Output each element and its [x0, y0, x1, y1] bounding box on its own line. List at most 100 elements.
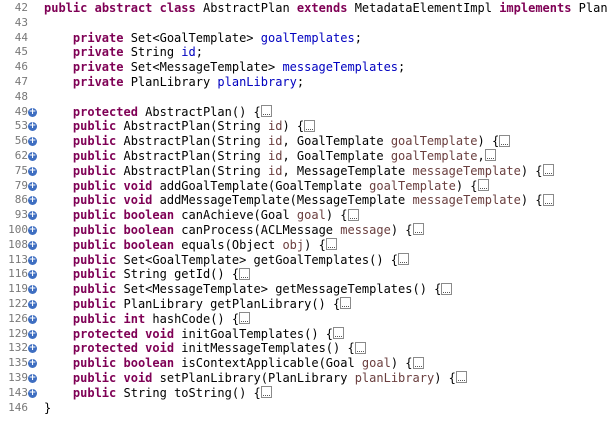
fold-expand-icon[interactable]: +: [28, 181, 37, 191]
code-line[interactable]: 62 + public AbstractPlan(String id, GoalT…: [0, 149, 607, 164]
collapsed-block-icon[interactable]: [340, 297, 352, 310]
code-line[interactable]: 43: [0, 16, 607, 31]
collapsed-block-icon[interactable]: [347, 208, 359, 221]
collapsed-block-icon[interactable]: [333, 327, 345, 340]
code-line[interactable]: 56 + public AbstractPlan(String id, GoalT…: [0, 134, 607, 149]
code-line[interactable]: 122 + public PlanLibrary getPlanLibrary()…: [0, 297, 607, 312]
code-line[interactable]: 135 + public boolean isContextApplicable(…: [0, 356, 607, 371]
code-line[interactable]: 53 + public AbstractPlan(String id) {: [0, 119, 607, 134]
code-line[interactable]: 93 + public boolean canAchieve(Goal goal)…: [0, 208, 607, 223]
collapsed-block-icon[interactable]: [477, 179, 489, 192]
fold-expand-icon[interactable]: +: [28, 344, 37, 354]
collapsed-block-icon[interactable]: [499, 134, 511, 147]
code-text[interactable]: private Set<MessageTemplate> messageTemp…: [44, 60, 405, 75]
code-line[interactable]: 132 + protected void initMessageTemplates…: [0, 341, 607, 356]
code-text[interactable]: protected void initMessageTemplates() {: [44, 341, 366, 356]
collapsed-block-icon[interactable]: [542, 164, 554, 177]
code-line[interactable]: 126 + public int hashCode() {: [0, 312, 607, 327]
collapsed-block-icon[interactable]: [325, 238, 337, 251]
code-text[interactable]: public PlanLibrary getPlanLibrary() {: [44, 297, 352, 312]
code-line[interactable]: 100 + public boolean canProcess(ACLMessag…: [0, 223, 607, 238]
collapsed-block-icon[interactable]: [455, 371, 467, 384]
code-text[interactable]: public void addMessageTemplate(MessageTe…: [44, 193, 554, 208]
collapsed-block-icon[interactable]: [354, 341, 366, 354]
code-line[interactable]: 108 + public boolean equals(Object obj) {: [0, 238, 607, 253]
code-text[interactable]: public Set<GoalTemplate> getGoalTemplate…: [44, 253, 410, 268]
fold-expand-icon[interactable]: +: [28, 137, 37, 147]
fold-expand-icon[interactable]: +: [28, 151, 37, 161]
line-gutter: 45: [0, 45, 42, 60]
code-line[interactable]: 116 + public String getId() {: [0, 267, 607, 282]
collapsed-block-icon[interactable]: [239, 312, 251, 325]
code-text[interactable]: public AbstractPlan(String id, GoalTempl…: [44, 149, 496, 164]
code-line[interactable]: 49 + protected AbstractPlan() {: [0, 105, 607, 120]
code-text[interactable]: public AbstractPlan(String id, GoalTempl…: [44, 134, 511, 149]
collapsed-block-icon[interactable]: [412, 223, 424, 236]
code-text[interactable]: private String id;: [44, 45, 203, 60]
code-editor[interactable]: 42 public abstract class AbstractPlan ext…: [0, 1, 607, 421]
code-text[interactable]: protected void initGoalTemplates() {: [44, 327, 345, 342]
code-line[interactable]: 44 private Set<GoalTemplate> goalTemplat…: [0, 31, 607, 46]
code-text[interactable]: public int hashCode() {: [44, 312, 251, 327]
code-line[interactable]: 86 + public void addMessageTemplate(Messa…: [0, 193, 607, 208]
fold-expand-icon[interactable]: +: [28, 107, 37, 117]
code-text[interactable]: public boolean canProcess(ACLMessage mes…: [44, 223, 424, 238]
code-text[interactable]: private PlanLibrary planLibrary;: [44, 75, 304, 90]
collapsed-block-icon[interactable]: [398, 253, 410, 266]
fold-expand-icon[interactable]: +: [28, 270, 37, 280]
code-text[interactable]: public void addGoalTemplate(GoalTemplate…: [44, 179, 489, 194]
collapsed-block-icon[interactable]: [260, 105, 272, 118]
fold-expand-icon[interactable]: +: [28, 166, 37, 176]
code-line[interactable]: 75 + public AbstractPlan(String id, Messa…: [0, 164, 607, 179]
code-text[interactable]: public boolean canAchieve(Goal goal) {: [44, 208, 359, 223]
code-text[interactable]: protected AbstractPlan() {: [44, 105, 272, 120]
code-text[interactable]: public abstract class AbstractPlan exten…: [44, 1, 607, 16]
code-line[interactable]: 45 private String id;: [0, 45, 607, 60]
code-line[interactable]: 119 + public Set<MessageTemplate> getMess…: [0, 282, 607, 297]
collapsed-block-icon[interactable]: [260, 386, 272, 399]
fold-expand-icon[interactable]: +: [28, 196, 37, 206]
code-line[interactable]: 129 + protected void initGoalTemplates() …: [0, 327, 607, 342]
code-text[interactable]: public void setPlanLibrary(PlanLibrary p…: [44, 371, 467, 386]
code-text[interactable]: public boolean isContextApplicable(Goal …: [44, 356, 424, 371]
collapsed-block-icon[interactable]: [542, 193, 554, 206]
collapsed-block-icon[interactable]: [412, 356, 424, 369]
code-text[interactable]: public String toString() {: [44, 386, 272, 401]
fold-expand-icon[interactable]: +: [28, 211, 37, 221]
code-text[interactable]: private Set<GoalTemplate> goalTemplates;: [44, 31, 362, 46]
fold-expand-icon[interactable]: +: [28, 285, 37, 295]
code-line[interactable]: 47 private PlanLibrary planLibrary;: [0, 75, 607, 90]
fold-expand-icon[interactable]: +: [28, 240, 37, 250]
fold-expand-icon[interactable]: +: [28, 359, 37, 369]
code-text[interactable]: }: [44, 401, 51, 416]
collapsed-block-icon[interactable]: [441, 282, 453, 295]
code-line[interactable]: 46 private Set<MessageTemplate> messageT…: [0, 60, 607, 75]
fold-expand-icon[interactable]: +: [28, 373, 37, 383]
code-line[interactable]: 113 + public Set<GoalTemplate> getGoalTem…: [0, 253, 607, 268]
code-text[interactable]: public boolean equals(Object obj) {: [44, 238, 337, 253]
fold-expand-icon[interactable]: +: [28, 299, 37, 309]
code-token: AbstractPlan: [195, 1, 297, 15]
fold-expand-icon[interactable]: +: [28, 255, 37, 265]
code-text[interactable]: public String getId() {: [44, 267, 251, 282]
fold-expand-icon[interactable]: +: [28, 314, 37, 324]
code-text[interactable]: public AbstractPlan(String id) {: [44, 119, 316, 134]
fold-expand-icon[interactable]: +: [28, 122, 37, 132]
collapsed-block-icon[interactable]: [484, 149, 496, 162]
collapsed-block-icon[interactable]: [304, 119, 316, 132]
code-line[interactable]: 48: [0, 90, 607, 105]
code-line[interactable]: 42 public abstract class AbstractPlan ext…: [0, 1, 607, 16]
fold-expand-icon[interactable]: +: [28, 388, 37, 398]
code-line[interactable]: 143 + public String toString() {: [0, 386, 607, 401]
collapsed-block-icon[interactable]: [239, 267, 251, 280]
keyword-token: public: [72, 370, 117, 385]
code-line[interactable]: 146}: [0, 401, 607, 416]
code-text[interactable]: public Set<MessageTemplate> getMessageTe…: [44, 282, 453, 297]
code-line[interactable]: 79 + public void addGoalTemplate(GoalTemp…: [0, 179, 607, 194]
fold-expand-icon[interactable]: +: [28, 225, 37, 235]
code-text[interactable]: public AbstractPlan(String id, MessageTe…: [44, 164, 554, 179]
code-line[interactable]: 139 + public void setPlanLibrary(PlanLibr…: [0, 371, 607, 386]
code-token: setPlanLibrary(PlanLibrary: [152, 370, 355, 385]
fold-expand-icon[interactable]: +: [28, 329, 37, 339]
